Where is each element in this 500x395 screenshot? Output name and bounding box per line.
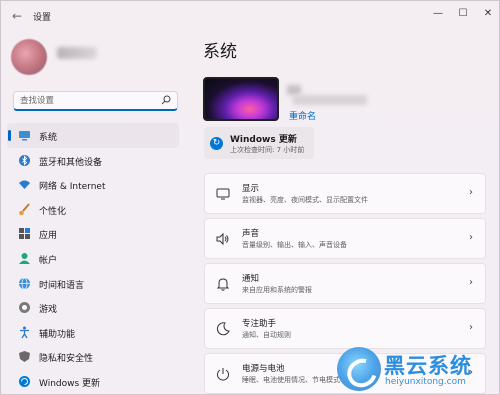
card-subtitle: 监视器、亮度、夜间模式、显示配置文件 [242,196,368,204]
sidebar-nav: 系统 蓝牙和其他设备 网络 & Internet 个性化 应用 帐户 时间和语言… [7,123,179,394]
settings-window: ← 设置 — ☐ ✕ 系统 蓝牙和其他设备 [0,0,500,395]
user-avatar[interactable] [11,39,47,75]
shield-icon [18,350,31,363]
sidebar-item-label: 时间和语言 [39,280,85,291]
sidebar-item-network[interactable]: 网络 & Internet [7,172,179,197]
sidebar-item-label: 辅助功能 [39,329,76,340]
rename-link[interactable]: 重命名 [289,109,316,122]
sidebar-item-bluetooth[interactable]: 蓝牙和其他设备 [7,148,179,173]
card-subtitle: 通知、自动规则 [242,331,291,339]
sidebar-item-label: 游戏 [39,305,58,316]
sidebar-item-windows-update[interactable]: Windows 更新 [7,369,179,394]
chevron-right-icon: › [469,277,473,288]
sidebar-item-label: 蓝牙和其他设备 [39,157,103,168]
sidebar-item-label: 应用 [39,231,58,242]
bluetooth-icon [18,154,31,167]
update-subtitle: 上次检查时间: 7 小时前 [230,146,305,154]
sidebar-item-accounts[interactable]: 帐户 [7,246,179,271]
sidebar-item-system[interactable]: 系统 [7,123,179,148]
chevron-right-icon: › [469,187,473,198]
bell-icon [215,276,231,292]
sidebar-item-gaming[interactable]: 游戏 [7,295,179,320]
card-title: 专注助手 [242,319,277,329]
sidebar-item-label: 网络 & Internet [39,182,106,193]
sidebar-item-personalization[interactable]: 个性化 [7,197,179,222]
brush-icon [18,203,31,216]
search-box[interactable] [13,91,178,111]
chevron-right-icon: › [469,232,473,243]
update-title: Windows 更新 [230,135,297,145]
sidebar-item-accessibility[interactable]: 辅助功能 [7,320,179,345]
card-sound[interactable]: 声音 音量级别、输出、输入、声音设备 › [204,218,486,259]
sidebar-item-label: 隐私和安全性 [39,354,94,365]
card-title: 声音 [242,229,260,239]
sidebar-item-label: 个性化 [39,206,67,217]
chevron-right-icon: › [469,322,473,333]
card-title: 电源与电池 [242,364,285,374]
apps-icon [18,227,31,240]
windows-update-icon [18,375,31,388]
sidebar-item-label: Windows 更新 [39,378,101,389]
card-subtitle: 音量级别、输出、输入、声音设备 [242,241,347,249]
watermark-url: heiyunxitong.com [385,377,466,387]
windows-update-icon: ↻ [210,137,223,150]
globe-clock-icon [18,277,31,290]
watermark-logo-icon [337,347,381,391]
back-arrow-icon[interactable]: ← [9,8,25,24]
sidebar-item-label: 帐户 [39,255,58,266]
sidebar-item-privacy[interactable]: 隐私和安全性 [7,344,179,369]
wifi-icon [18,178,31,191]
watermark-text: 黑云系统 [384,354,472,378]
monitor-icon [18,129,31,142]
card-subtitle: 来自应用和系统的警报 [242,286,312,294]
close-button[interactable]: ✕ [475,5,500,23]
account-icon [18,252,31,265]
display-icon [215,186,231,202]
minimize-button[interactable]: — [425,5,451,23]
sidebar-item-label: 系统 [39,133,58,143]
card-title: 显示 [242,184,260,194]
card-title: 通知 [242,274,260,284]
speaker-icon [215,231,231,247]
card-subtitle: 睡眠、电池使用情况、节电模式 [242,376,340,384]
card-display[interactable]: 显示 监视器、亮度、夜间模式、显示配置文件 › [204,173,486,214]
power-icon [215,366,231,382]
card-focus-assist[interactable]: 专注助手 通知、自动规则 › [204,308,486,349]
sidebar-item-time-language[interactable]: 时间和语言 [7,271,179,296]
search-input[interactable] [20,94,160,108]
page-title: 系统 [203,42,237,62]
windows-update-card[interactable]: ↻ Windows 更新 上次检查时间: 7 小时前 [204,127,314,159]
title-bar: ← 设置 — ☐ ✕ [1,1,500,31]
search-icon[interactable] [161,95,171,107]
device-name-blurred [287,85,301,95]
window-title: 设置 [33,13,52,23]
device-model-blurred [293,95,367,105]
gamepad-icon [18,301,31,314]
sidebar-item-apps[interactable]: 应用 [7,221,179,246]
maximize-button[interactable]: ☐ [450,5,476,23]
card-notifications[interactable]: 通知 来自应用和系统的警报 › [204,263,486,304]
accessibility-icon [18,326,31,339]
user-name-blurred [57,47,97,59]
moon-icon [215,321,231,337]
device-wallpaper-thumbnail [203,77,279,121]
